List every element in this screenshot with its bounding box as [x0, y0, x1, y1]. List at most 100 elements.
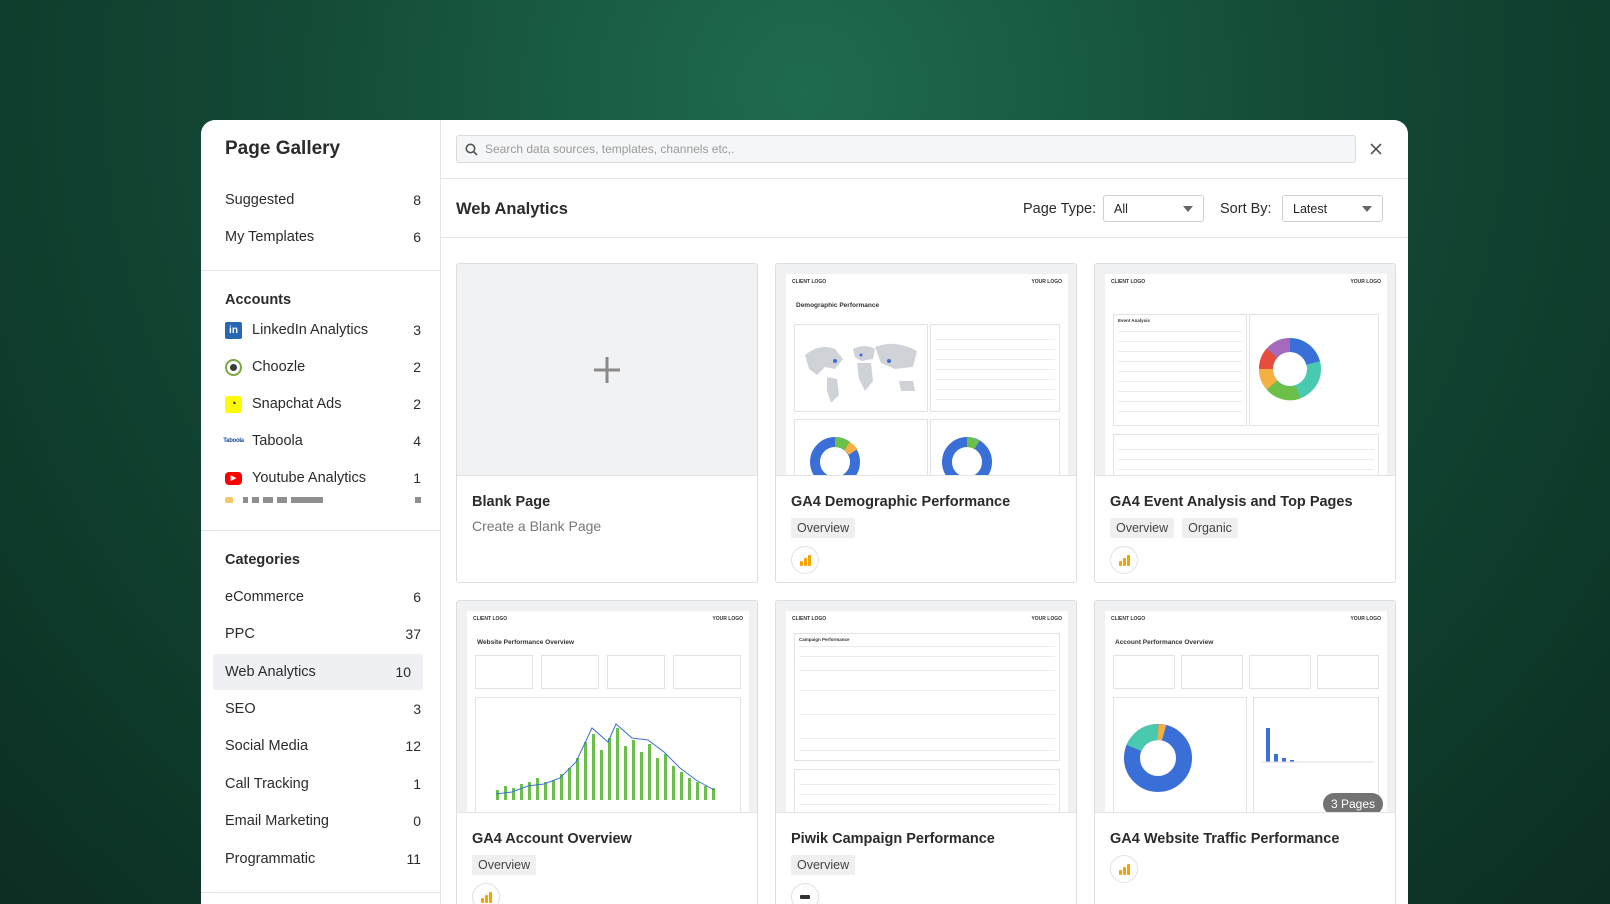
card-title: Blank Page	[472, 494, 551, 510]
page-type-select[interactable]: All	[1103, 195, 1204, 222]
your-logo: YOUR LOGO	[712, 616, 743, 622]
panel-title: Campaign Performance	[799, 637, 850, 642]
google-analytics-icon	[472, 883, 500, 904]
your-logo: YOUR LOGO	[1031, 279, 1062, 285]
taboola-icon: Taboola	[223, 438, 244, 444]
sidebar-item-choozle[interactable]: Choozle 2	[225, 349, 421, 385]
card-title: GA4 Account Overview	[472, 831, 632, 847]
sidebar-item-label: Suggested	[225, 192, 295, 208]
search-input[interactable]	[485, 142, 1345, 156]
sidebar-divider	[201, 892, 441, 893]
main-panel: Web Analytics Page Type: All Sort By: La…	[441, 120, 1408, 904]
card-thumbnail: CLIENT LOGO YOUR LOGO Account Performance…	[1095, 601, 1395, 813]
sidebar-item-ecommerce[interactable]: eCommerce 6	[225, 579, 421, 615]
gender-panel	[930, 419, 1060, 475]
sidebar-item-suggested[interactable]: Suggested 8	[225, 182, 421, 218]
client-logo: CLIENT LOGO	[792, 279, 827, 285]
sort-by-select[interactable]: Latest	[1282, 195, 1383, 222]
page-gallery-modal: Page Gallery Suggested 8 My Templates 6 …	[201, 120, 1408, 904]
sidebar-item-taboola[interactable]: Taboola Taboola 4	[223, 423, 421, 459]
sidebar-item-ppc[interactable]: PPC 37	[225, 616, 421, 652]
age-panel	[794, 419, 928, 475]
youtube-icon: ▶	[225, 471, 242, 485]
sidebar-item-label: Email Marketing	[225, 813, 329, 829]
sidebar-item-label: My Templates	[225, 229, 315, 245]
choozle-icon	[225, 358, 242, 376]
mini-report: CLIENT LOGO YOUR LOGO Campaign Performanc…	[786, 611, 1068, 812]
sidebar-item-snapchat[interactable]: ◔ Snapchat Ads 2	[225, 386, 421, 422]
categories-heading: Categories	[225, 552, 300, 568]
analytics-icon	[225, 497, 233, 503]
tag-overview: Overview	[472, 855, 537, 875]
card-title: GA4 Event Analysis and Top Pages	[1110, 494, 1353, 510]
country-table-panel	[930, 324, 1060, 412]
page-type-label: Page Type:	[1023, 201, 1097, 217]
sidebar-item-label: SEO	[225, 701, 256, 717]
sidebar-item-count: 4	[413, 433, 421, 449]
kpi-panel	[607, 655, 665, 689]
sidebar-item-label: Call Tracking	[225, 776, 309, 792]
sidebar-item-label: Web Analytics	[225, 664, 316, 680]
sidebar-item-programmatic[interactable]: Programmatic 11	[225, 841, 421, 877]
event-table-panel: Event Analysis	[1113, 314, 1247, 426]
donut-chart-icon	[810, 437, 860, 475]
template-card-blank[interactable]: Blank Page Create a Blank Page	[456, 263, 758, 583]
search-bar[interactable]	[456, 135, 1356, 163]
sidebar-divider	[201, 530, 441, 531]
client-logo: CLIENT LOGO	[1111, 279, 1146, 285]
sidebar-item-count: 1	[413, 776, 421, 792]
sidebar-item-seo[interactable]: SEO 3	[225, 691, 421, 727]
sidebar-item-label: Taboola	[252, 433, 303, 449]
sidebar-item-my-templates[interactable]: My Templates 6	[225, 219, 421, 255]
mini-report-title: Demographic Performance	[796, 302, 880, 309]
card-tags: Overview Organic	[1110, 518, 1238, 538]
sidebar-item-call-tracking[interactable]: Call Tracking 1	[225, 766, 421, 802]
kpi-panel	[673, 655, 741, 689]
template-card-piwik-campaign[interactable]: CLIENT LOGO YOUR LOGO Campaign Performanc…	[775, 600, 1077, 904]
sidebar-divider	[201, 270, 441, 271]
sidebar-item-count: 10	[395, 664, 411, 680]
section-title: Web Analytics	[456, 200, 568, 218]
sidebar-item-linkedin[interactable]: in LinkedIn Analytics 3	[225, 312, 421, 348]
mini-report-title: Account Performance Overview	[1115, 639, 1214, 646]
panel-title: Event Analysis	[1118, 318, 1150, 323]
search-icon	[465, 143, 478, 156]
google-analytics-icon	[1110, 546, 1138, 574]
template-card-ga4-demographic[interactable]: CLIENT LOGO YOUR LOGO Demographic Perform…	[775, 263, 1077, 583]
mini-report: CLIENT LOGO YOUR LOGO Account Performance…	[1105, 611, 1387, 812]
sidebar: Page Gallery Suggested 8 My Templates 6 …	[201, 120, 441, 904]
template-card-ga4-event-analysis[interactable]: CLIENT LOGO YOUR LOGO Event Analysis GA4…	[1094, 263, 1396, 583]
sidebar-item-count: 12	[405, 738, 421, 754]
top-pages-panel	[794, 769, 1060, 812]
card-thumbnail	[457, 264, 757, 476]
sidebar-item-youtube[interactable]: ▶ Youtube Analytics 1	[225, 460, 421, 496]
client-logo: CLIENT LOGO	[473, 616, 508, 622]
sidebar-item-count: 3	[413, 322, 421, 338]
card-title: GA4 Demographic Performance	[791, 494, 1011, 510]
your-logo: YOUR LOGO	[1350, 616, 1381, 622]
kpi-panel	[1317, 655, 1379, 689]
sidebar-item-count: 6	[413, 589, 421, 605]
card-title: Piwik Campaign Performance	[791, 831, 995, 847]
client-logo: CLIENT LOGO	[792, 616, 827, 622]
linkedin-icon: in	[225, 321, 242, 339]
sort-by-label: Sort By:	[1220, 201, 1272, 217]
close-button[interactable]	[1364, 137, 1388, 161]
sidebar-item-email-marketing[interactable]: Email Marketing 0	[225, 803, 421, 839]
sidebar-item-social-media[interactable]: Social Media 12	[225, 728, 421, 764]
accounts-heading: Accounts	[225, 292, 292, 308]
sidebar-item-label: PPC	[225, 626, 255, 642]
card-thumbnail: CLIENT LOGO YOUR LOGO Campaign Performanc…	[776, 601, 1076, 813]
card-thumbnail: CLIENT LOGO YOUR LOGO Demographic Perform…	[776, 264, 1076, 476]
sidebar-item-count: 3	[413, 701, 421, 717]
card-subtitle: Create a Blank Page	[472, 518, 602, 534]
template-card-ga4-website-traffic[interactable]: CLIENT LOGO YOUR LOGO Account Performance…	[1094, 600, 1396, 904]
sidebar-item-count: 37	[405, 626, 421, 642]
map-panel	[794, 324, 928, 412]
top-pages-panel	[1113, 434, 1379, 475]
kpi-panel	[1113, 655, 1175, 689]
sidebar-item-web-analytics[interactable]: Web Analytics 10	[213, 654, 423, 690]
sort-by-value: Latest	[1293, 201, 1328, 216]
template-card-ga4-account-overview[interactable]: CLIENT LOGO YOUR LOGO Website Performance…	[456, 600, 758, 904]
page-type-value: All	[1114, 201, 1128, 216]
